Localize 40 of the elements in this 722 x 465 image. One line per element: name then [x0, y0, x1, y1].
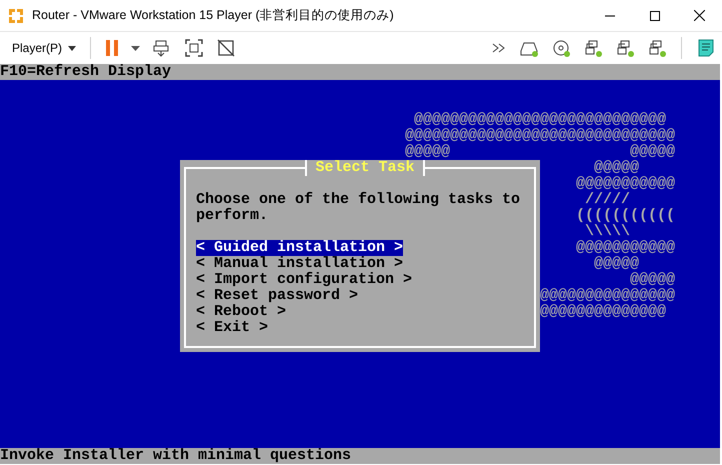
pause-icon: [105, 39, 120, 57]
ascii-art-text: /////: [585, 192, 630, 208]
fullscreen-icon: [184, 38, 204, 58]
ascii-art-text: @@@@@: [594, 256, 639, 272]
ascii-art-text: @@@@@@@@@@@: [576, 240, 675, 256]
ascii-art-text: @@@@@: [630, 272, 675, 288]
maximize-icon: [650, 10, 660, 20]
player-menu[interactable]: Player(P): [6, 37, 82, 59]
ascii-art-text: @@@@@: [630, 144, 675, 160]
ascii-art-text: @@@@@@@@@@@@@@@: [540, 288, 675, 304]
ascii-art-text: (((((((((((: [576, 208, 675, 224]
ascii-art-text: @@@@@@@@@@@@@@@@@@@@@@@@@@@@@@: [405, 128, 675, 144]
menu-option[interactable]: < Reset password >: [196, 288, 358, 304]
caret-icon: [68, 46, 76, 50]
menu-option[interactable]: < Exit >: [196, 320, 268, 336]
ascii-art-text: @@@@@@@@@@@: [576, 176, 675, 192]
top-status-bar: F10=Refresh Display: [0, 64, 720, 80]
menu-option[interactable]: < Import configuration >: [196, 272, 412, 288]
notes-icon: [696, 38, 716, 58]
menu-option[interactable]: < Reboot >: [196, 304, 286, 320]
caret-icon: [131, 46, 140, 50]
network-icon: [583, 38, 603, 58]
bottom-status-bar: Invoke Installer with minimal questions: [0, 448, 720, 464]
ascii-art-text: \\\\\: [585, 224, 630, 240]
network-icon: [615, 38, 635, 58]
ascii-art-text: @@@@@: [405, 144, 450, 160]
menu-option[interactable]: < Manual installation >: [196, 256, 404, 272]
ascii-art-text: @@@@@@@@@@@@@@@@@@@@@@@@@@@@: [414, 112, 666, 128]
chevrons-icon: [491, 42, 507, 54]
ascii-art-text: @@@@@@@@@@@@@@: [540, 304, 666, 320]
window-title: Router - VMware Workstation 15 Player (非営利目的の使用のみ): [32, 7, 395, 24]
dialog-prompt: Choose one of the following tasks to perform.: [196, 192, 522, 224]
ascii-art-text: @@@@@: [594, 160, 639, 176]
disc-icon: [551, 38, 571, 58]
menu-option[interactable]: < Guided installation >: [196, 240, 404, 256]
dialog-title: Select Task: [305, 160, 425, 176]
network-icon: [647, 38, 667, 58]
vm-console[interactable]: [0, 64, 720, 464]
close-icon: [694, 10, 705, 21]
app-logo-icon: [8, 8, 24, 24]
